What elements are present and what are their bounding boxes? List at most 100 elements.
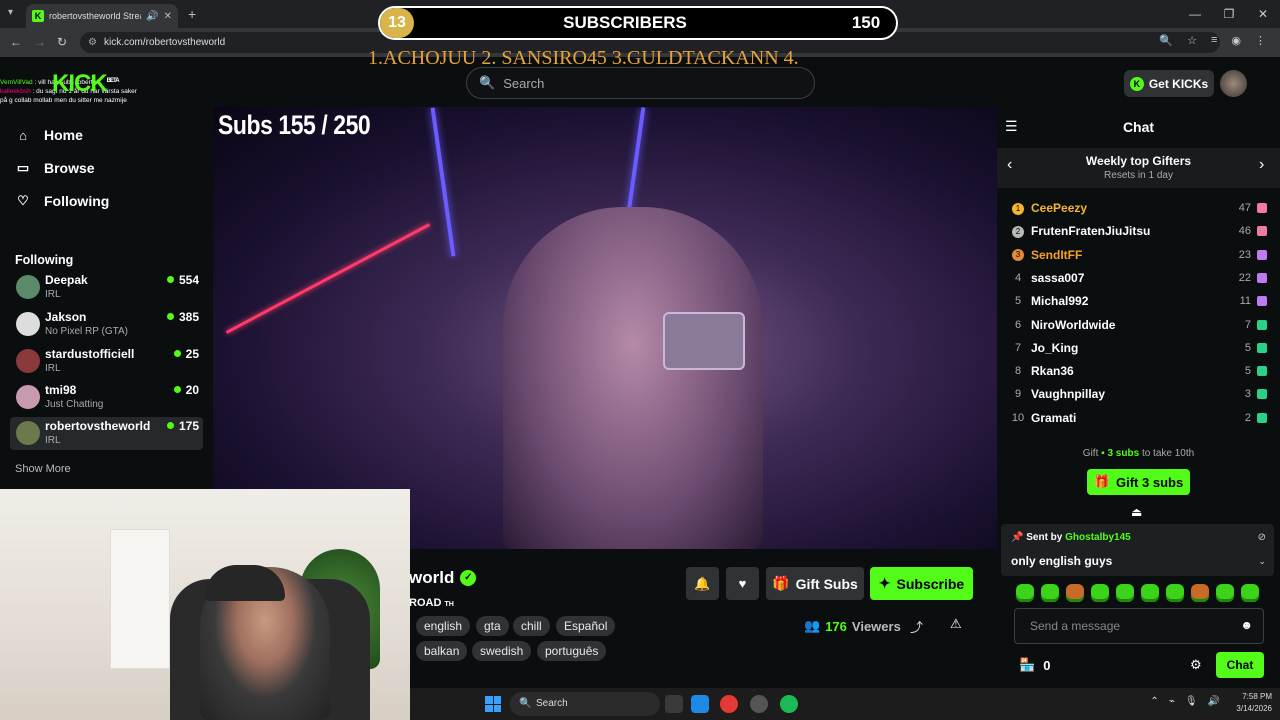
chevron-right-icon[interactable]: › bbox=[1259, 156, 1264, 174]
tag-chip[interactable]: swedish bbox=[472, 641, 532, 661]
gifter-row[interactable]: 1 CeePeezy 47 bbox=[1005, 197, 1267, 219]
kicks-balance[interactable]: 🏪 0 bbox=[1019, 657, 1050, 673]
close-tab-icon[interactable]: ✕ bbox=[164, 11, 172, 22]
gifter-name[interactable]: Michal992 bbox=[1031, 294, 1240, 308]
forward-icon[interactable]: → bbox=[34, 35, 46, 49]
channel-name: Deepak bbox=[45, 273, 88, 287]
follow-heart-button[interactable]: ♥ bbox=[726, 567, 759, 600]
gifter-name[interactable]: CeePeezy bbox=[1031, 201, 1239, 215]
network-icon[interactable]: ⌁ bbox=[1169, 696, 1175, 707]
notification-bell-button[interactable]: 🔔 bbox=[686, 567, 719, 600]
gift-subs-button[interactable]: 🎁 Gift Subs bbox=[766, 567, 864, 600]
chevron-down-icon[interactable]: ⌄ bbox=[1258, 556, 1266, 567]
gifter-name[interactable]: sassa007 bbox=[1031, 271, 1239, 285]
gifter-name[interactable]: FrutenFratenJiuJitsu bbox=[1031, 224, 1239, 238]
followed-channel[interactable]: tmi98 Just Chatting 20 bbox=[10, 381, 203, 414]
emote-icon[interactable] bbox=[1066, 584, 1084, 602]
emote-icon[interactable] bbox=[1241, 584, 1259, 602]
gifter-row[interactable]: 2 FrutenFratenJiuJitsu 46 bbox=[1005, 220, 1267, 242]
report-icon[interactable]: ⚠ bbox=[950, 616, 962, 632]
gifter-name[interactable]: Rkan36 bbox=[1031, 364, 1245, 378]
gifter-row[interactable]: 3 SendItFF 23 bbox=[1005, 244, 1267, 266]
chevron-up-icon[interactable]: ⌃ bbox=[1150, 696, 1158, 707]
emote-icon[interactable] bbox=[1016, 584, 1034, 602]
gifter-name[interactable]: NiroWorldwide bbox=[1031, 318, 1245, 332]
windows-start-icon[interactable] bbox=[485, 696, 501, 712]
gifter-name[interactable]: Gramati bbox=[1031, 411, 1245, 425]
site-info-icon[interactable]: ⚙ bbox=[88, 32, 97, 53]
get-kicks-button[interactable]: K Get KICKs bbox=[1124, 70, 1214, 97]
minimize-icon[interactable]: — bbox=[1178, 7, 1212, 21]
scroll-up-icon[interactable]: ⏏ bbox=[1131, 505, 1142, 519]
emote-icon[interactable] bbox=[1091, 584, 1109, 602]
video-player[interactable] bbox=[213, 107, 997, 549]
sidebar-item-home[interactable]: ⌂ Home bbox=[16, 127, 83, 143]
emoji-picker-icon[interactable]: ☻ bbox=[1240, 618, 1253, 632]
emote-icon[interactable] bbox=[1216, 584, 1234, 602]
task-view-icon[interactable] bbox=[665, 695, 683, 713]
reload-icon[interactable]: ↻ bbox=[57, 35, 67, 49]
followed-channel[interactable]: Deepak IRL 554 bbox=[10, 271, 203, 304]
pinned-user[interactable]: Ghostalby145 bbox=[1065, 532, 1131, 543]
gifter-name[interactable]: SendItFF bbox=[1031, 248, 1239, 262]
tag-chip[interactable]: português bbox=[537, 641, 607, 661]
gifter-row[interactable]: 7 Jo_King 5 bbox=[1005, 337, 1267, 359]
followed-channel[interactable]: stardustofficiell IRL 25 bbox=[10, 345, 203, 378]
tag-chip[interactable]: english bbox=[416, 616, 471, 636]
speaker-icon[interactable]: 🔊 bbox=[146, 11, 158, 22]
bookmark-star-icon[interactable]: ☆ bbox=[1187, 34, 1197, 47]
back-icon[interactable]: ← bbox=[10, 35, 22, 49]
media-icon[interactable]: ≡ bbox=[1211, 34, 1217, 47]
chrome-icon[interactable] bbox=[720, 695, 738, 713]
hide-pin-icon[interactable]: ⊘ bbox=[1258, 532, 1266, 543]
share-icon[interactable]: ⤴ bbox=[910, 617, 923, 636]
gifter-name[interactable]: Jo_King bbox=[1031, 341, 1245, 355]
show-more-link[interactable]: Show More bbox=[15, 463, 71, 475]
subscribe-button[interactable]: ✦ Subscribe bbox=[870, 567, 973, 600]
edge-icon[interactable] bbox=[691, 695, 709, 713]
profile-icon[interactable]: ◉ bbox=[1231, 34, 1241, 47]
tab-list-icon[interactable]: ▾ bbox=[8, 7, 13, 18]
emote-icon[interactable] bbox=[1141, 584, 1159, 602]
user-avatar[interactable] bbox=[1220, 70, 1247, 97]
kick-logo[interactable]: KICKBETA bbox=[52, 70, 120, 98]
restore-icon[interactable]: ❐ bbox=[1212, 7, 1246, 21]
emote-icon[interactable] bbox=[1116, 584, 1134, 602]
gear-icon[interactable]: ⚙ bbox=[1190, 657, 1202, 673]
gifter-row[interactable]: 9 Vaughnpillay 3 bbox=[1005, 383, 1267, 405]
gift-3-subs-button[interactable]: 🎁 Gift 3 subs bbox=[1087, 469, 1190, 495]
mic-icon[interactable]: 🎙 bbox=[1185, 696, 1198, 707]
sidebar-item-following[interactable]: ♡ Following bbox=[16, 193, 109, 209]
volume-icon[interactable]: 🔊 bbox=[1208, 696, 1220, 707]
gifter-name[interactable]: Vaughnpillay bbox=[1031, 387, 1245, 401]
emote-icon[interactable] bbox=[1191, 584, 1209, 602]
browser-tab[interactable]: K robertovstheworld Stream 🔊 ✕ bbox=[26, 4, 178, 28]
followed-channel-active[interactable]: robertovstheworld IRL 175 bbox=[10, 417, 203, 450]
emote-icon[interactable] bbox=[1041, 584, 1059, 602]
emote-icon[interactable] bbox=[1166, 584, 1184, 602]
tag-chip[interactable]: Español bbox=[556, 616, 616, 636]
spotify-icon[interactable] bbox=[780, 695, 798, 713]
close-window-icon[interactable]: ✕ bbox=[1246, 7, 1280, 21]
send-chat-button[interactable]: Chat bbox=[1216, 652, 1264, 678]
obs-icon[interactable] bbox=[750, 695, 768, 713]
clock[interactable]: 7:58 PM 3/14/2026 bbox=[1236, 691, 1272, 715]
new-tab-icon[interactable]: + bbox=[188, 6, 196, 22]
search-input[interactable]: 🔍 Search bbox=[466, 67, 815, 99]
gifter-row[interactable]: 8 Rkan36 5 bbox=[1005, 360, 1267, 382]
chat-input[interactable]: Send a message ☻ bbox=[1014, 608, 1264, 644]
streamer-name[interactable]: world ✓ bbox=[409, 568, 477, 588]
zoom-icon[interactable]: 🔍 bbox=[1159, 34, 1173, 47]
tag-chip[interactable]: balkan bbox=[416, 641, 468, 661]
gifter-row[interactable]: 5 Michal992 11 bbox=[1005, 290, 1267, 312]
gifter-row[interactable]: 4 sassa007 22 bbox=[1005, 267, 1267, 289]
taskbar-search[interactable]: 🔍 Search bbox=[510, 692, 660, 716]
gifter-row[interactable]: 10 Gramati 2 bbox=[1005, 407, 1267, 429]
tag-chip[interactable]: gta bbox=[476, 616, 509, 636]
gifter-row[interactable]: 6 NiroWorldwide 7 bbox=[1005, 314, 1267, 336]
sidebar-item-browse[interactable]: ▭ Browse bbox=[16, 160, 95, 176]
tag-chip[interactable]: chill bbox=[513, 616, 550, 636]
chevron-left-icon[interactable]: ‹ bbox=[1007, 156, 1012, 174]
menu-dots-icon[interactable]: ⋮ bbox=[1255, 34, 1266, 47]
followed-channel[interactable]: Jakson No Pixel RP (GTA) 385 bbox=[10, 308, 203, 341]
